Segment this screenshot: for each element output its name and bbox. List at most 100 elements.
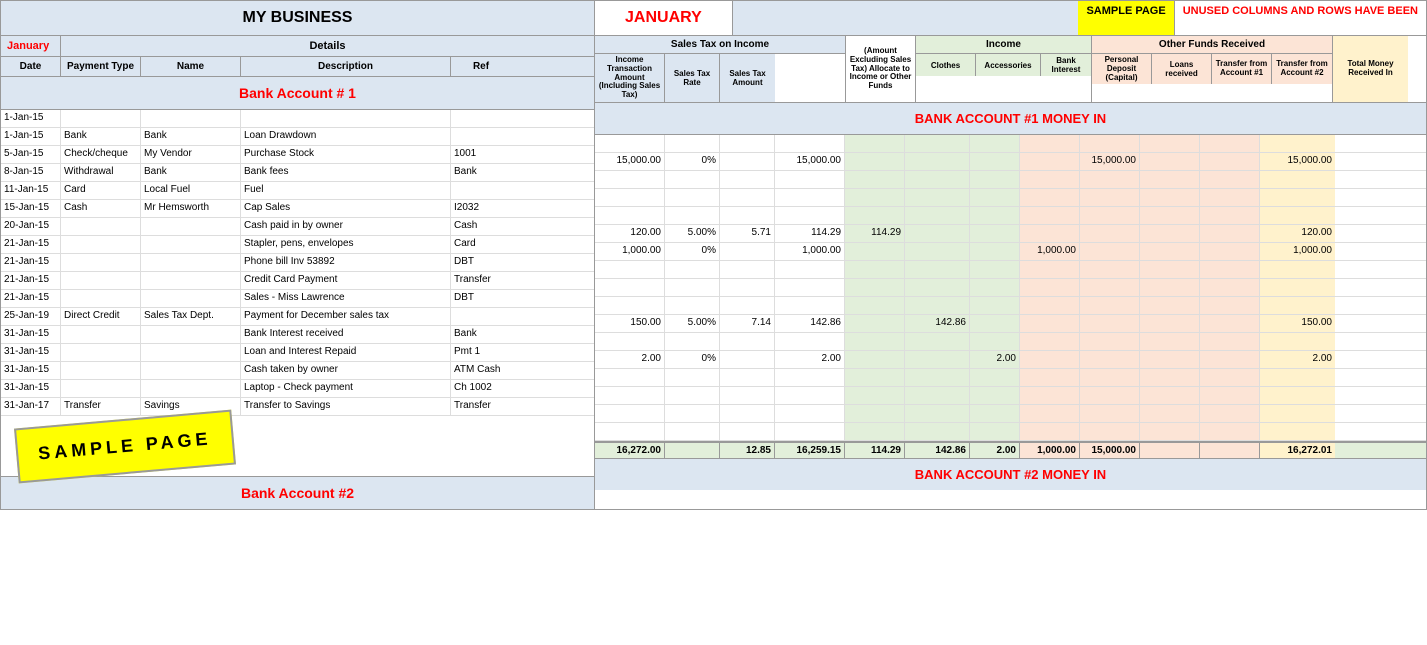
table-row (595, 261, 1426, 279)
sample-watermark: SAMPLE PAGE (14, 409, 236, 483)
right-data-cell (720, 135, 775, 152)
right-data-cell (970, 225, 1020, 242)
description-header: Description (241, 57, 451, 76)
right-data-cell (720, 207, 775, 224)
date-cell: 31-Jan-15 (1, 326, 61, 343)
right-data-cell (1200, 261, 1260, 278)
right-data-cell (970, 405, 1020, 422)
right-data-cell (1260, 189, 1335, 206)
right-data-cell (1140, 351, 1200, 368)
right-data-cell (905, 369, 970, 386)
left-data-rows: 1-Jan-15 1-Jan-15 Bank Bank Loan Drawdow… (1, 110, 594, 416)
right-data-cell (1260, 369, 1335, 386)
table-row: 1,000.000%1,000.001,000.001,000.00 (595, 243, 1426, 261)
desc-cell: Cap Sales (241, 200, 451, 217)
right-data-cell: 16,272.00 (595, 443, 665, 458)
right-data-cell (1260, 207, 1335, 224)
right-data-cell (905, 297, 970, 314)
sales-tax-amount-col-header: Sales Tax Amount (720, 54, 775, 102)
right-data-cell (775, 279, 845, 296)
right-data-cell (1080, 387, 1140, 404)
desc-cell: Fuel (241, 182, 451, 199)
ref-cell (451, 128, 511, 145)
paytype-cell: Withdrawal (61, 164, 141, 181)
right-data-cell (775, 207, 845, 224)
right-data-cell (1200, 443, 1260, 458)
desc-cell: Purchase Stock (241, 146, 451, 163)
right-data-cell (1020, 369, 1080, 386)
right-data-cell: 114.29 (845, 225, 905, 242)
ref-cell: Card (451, 236, 511, 253)
ref-cell: Bank (451, 164, 511, 181)
right-data-cell (1080, 261, 1140, 278)
name-cell: Bank (141, 128, 241, 145)
right-data-cell (1140, 315, 1200, 332)
accessories-col-header: Accessories (976, 54, 1041, 76)
right-data-cell (905, 351, 970, 368)
right-data-cell (595, 171, 665, 188)
bank-account1-header: Bank Account # 1 (1, 77, 594, 110)
right-data-cell (1260, 279, 1335, 296)
right-data-cell: 5.00% (665, 225, 720, 242)
right-data-cell (1140, 225, 1200, 242)
left-panel: MY BUSINESS January Details Date Payment… (0, 0, 595, 510)
right-data-cell (1020, 387, 1080, 404)
right-data-cell (1140, 153, 1200, 170)
right-data-cell (1200, 315, 1260, 332)
right-data-cell (1140, 261, 1200, 278)
business-name: MY BUSINESS (1, 1, 594, 36)
name-cell (141, 326, 241, 343)
date-cell: 31-Jan-15 (1, 362, 61, 379)
ref-cell: Cash (451, 218, 511, 235)
date-cell: 11-Jan-15 (1, 182, 61, 199)
paytype-cell (61, 272, 141, 289)
table-row: 20-Jan-15 Cash paid in by owner Cash (1, 218, 594, 236)
date-cell: 31-Jan-15 (1, 380, 61, 397)
date-cell: 31-Jan-15 (1, 344, 61, 361)
right-data-cell (595, 189, 665, 206)
right-data-cell (775, 135, 845, 152)
name-cell (141, 290, 241, 307)
right-data-cell (665, 443, 720, 458)
date-header: Date (1, 57, 61, 76)
table-row (595, 189, 1426, 207)
ref-cell: I2032 (451, 200, 511, 217)
right-data-cell (1080, 369, 1140, 386)
paytype-cell (61, 236, 141, 253)
desc-cell: Cash taken by owner (241, 362, 451, 379)
desc-cell: Transfer to Savings (241, 398, 451, 415)
right-data-cell (595, 135, 665, 152)
table-row: 15,000.000%15,000.0015,000.0015,000.00 (595, 153, 1426, 171)
name-cell: Sales Tax Dept. (141, 308, 241, 325)
money-in-header: BANK ACCOUNT #1 MONEY IN (595, 103, 1426, 135)
money-in2-header: BANK ACCOUNT #2 MONEY IN (595, 458, 1426, 490)
table-row (595, 333, 1426, 351)
date-cell: 25-Jan-19 (1, 308, 61, 325)
right-data-cell (905, 189, 970, 206)
table-row: 11-Jan-15 Card Local Fuel Fuel (1, 182, 594, 200)
table-row (595, 297, 1426, 315)
paytype-cell: Transfer (61, 398, 141, 415)
table-row: 31-Jan-15 Cash taken by owner ATM Cash (1, 362, 594, 380)
right-data-cell: 5.71 (720, 225, 775, 242)
right-data-cell: 15,000.00 (1260, 153, 1335, 170)
ref-cell: Pmt 1 (451, 344, 511, 361)
right-data-cell (665, 423, 720, 440)
right-data-cell (1200, 369, 1260, 386)
right-data-cell (1020, 351, 1080, 368)
right-data-cell (1200, 405, 1260, 422)
right-data-cell (845, 207, 905, 224)
name-cell (141, 218, 241, 235)
right-data-cell (1200, 135, 1260, 152)
right-data-cell (1080, 423, 1140, 440)
details-label: Details (61, 36, 594, 56)
right-data-cell (665, 189, 720, 206)
desc-cell (241, 110, 451, 127)
right-data-cell: 2.00 (970, 443, 1020, 458)
right-data-cell (1140, 369, 1200, 386)
right-data-cell (970, 171, 1020, 188)
right-data-cell (595, 423, 665, 440)
paytype-cell (61, 110, 141, 127)
desc-cell: Sales - Miss Lawrence (241, 290, 451, 307)
table-row: 31-Jan-15 Bank Interest received Bank (1, 326, 594, 344)
